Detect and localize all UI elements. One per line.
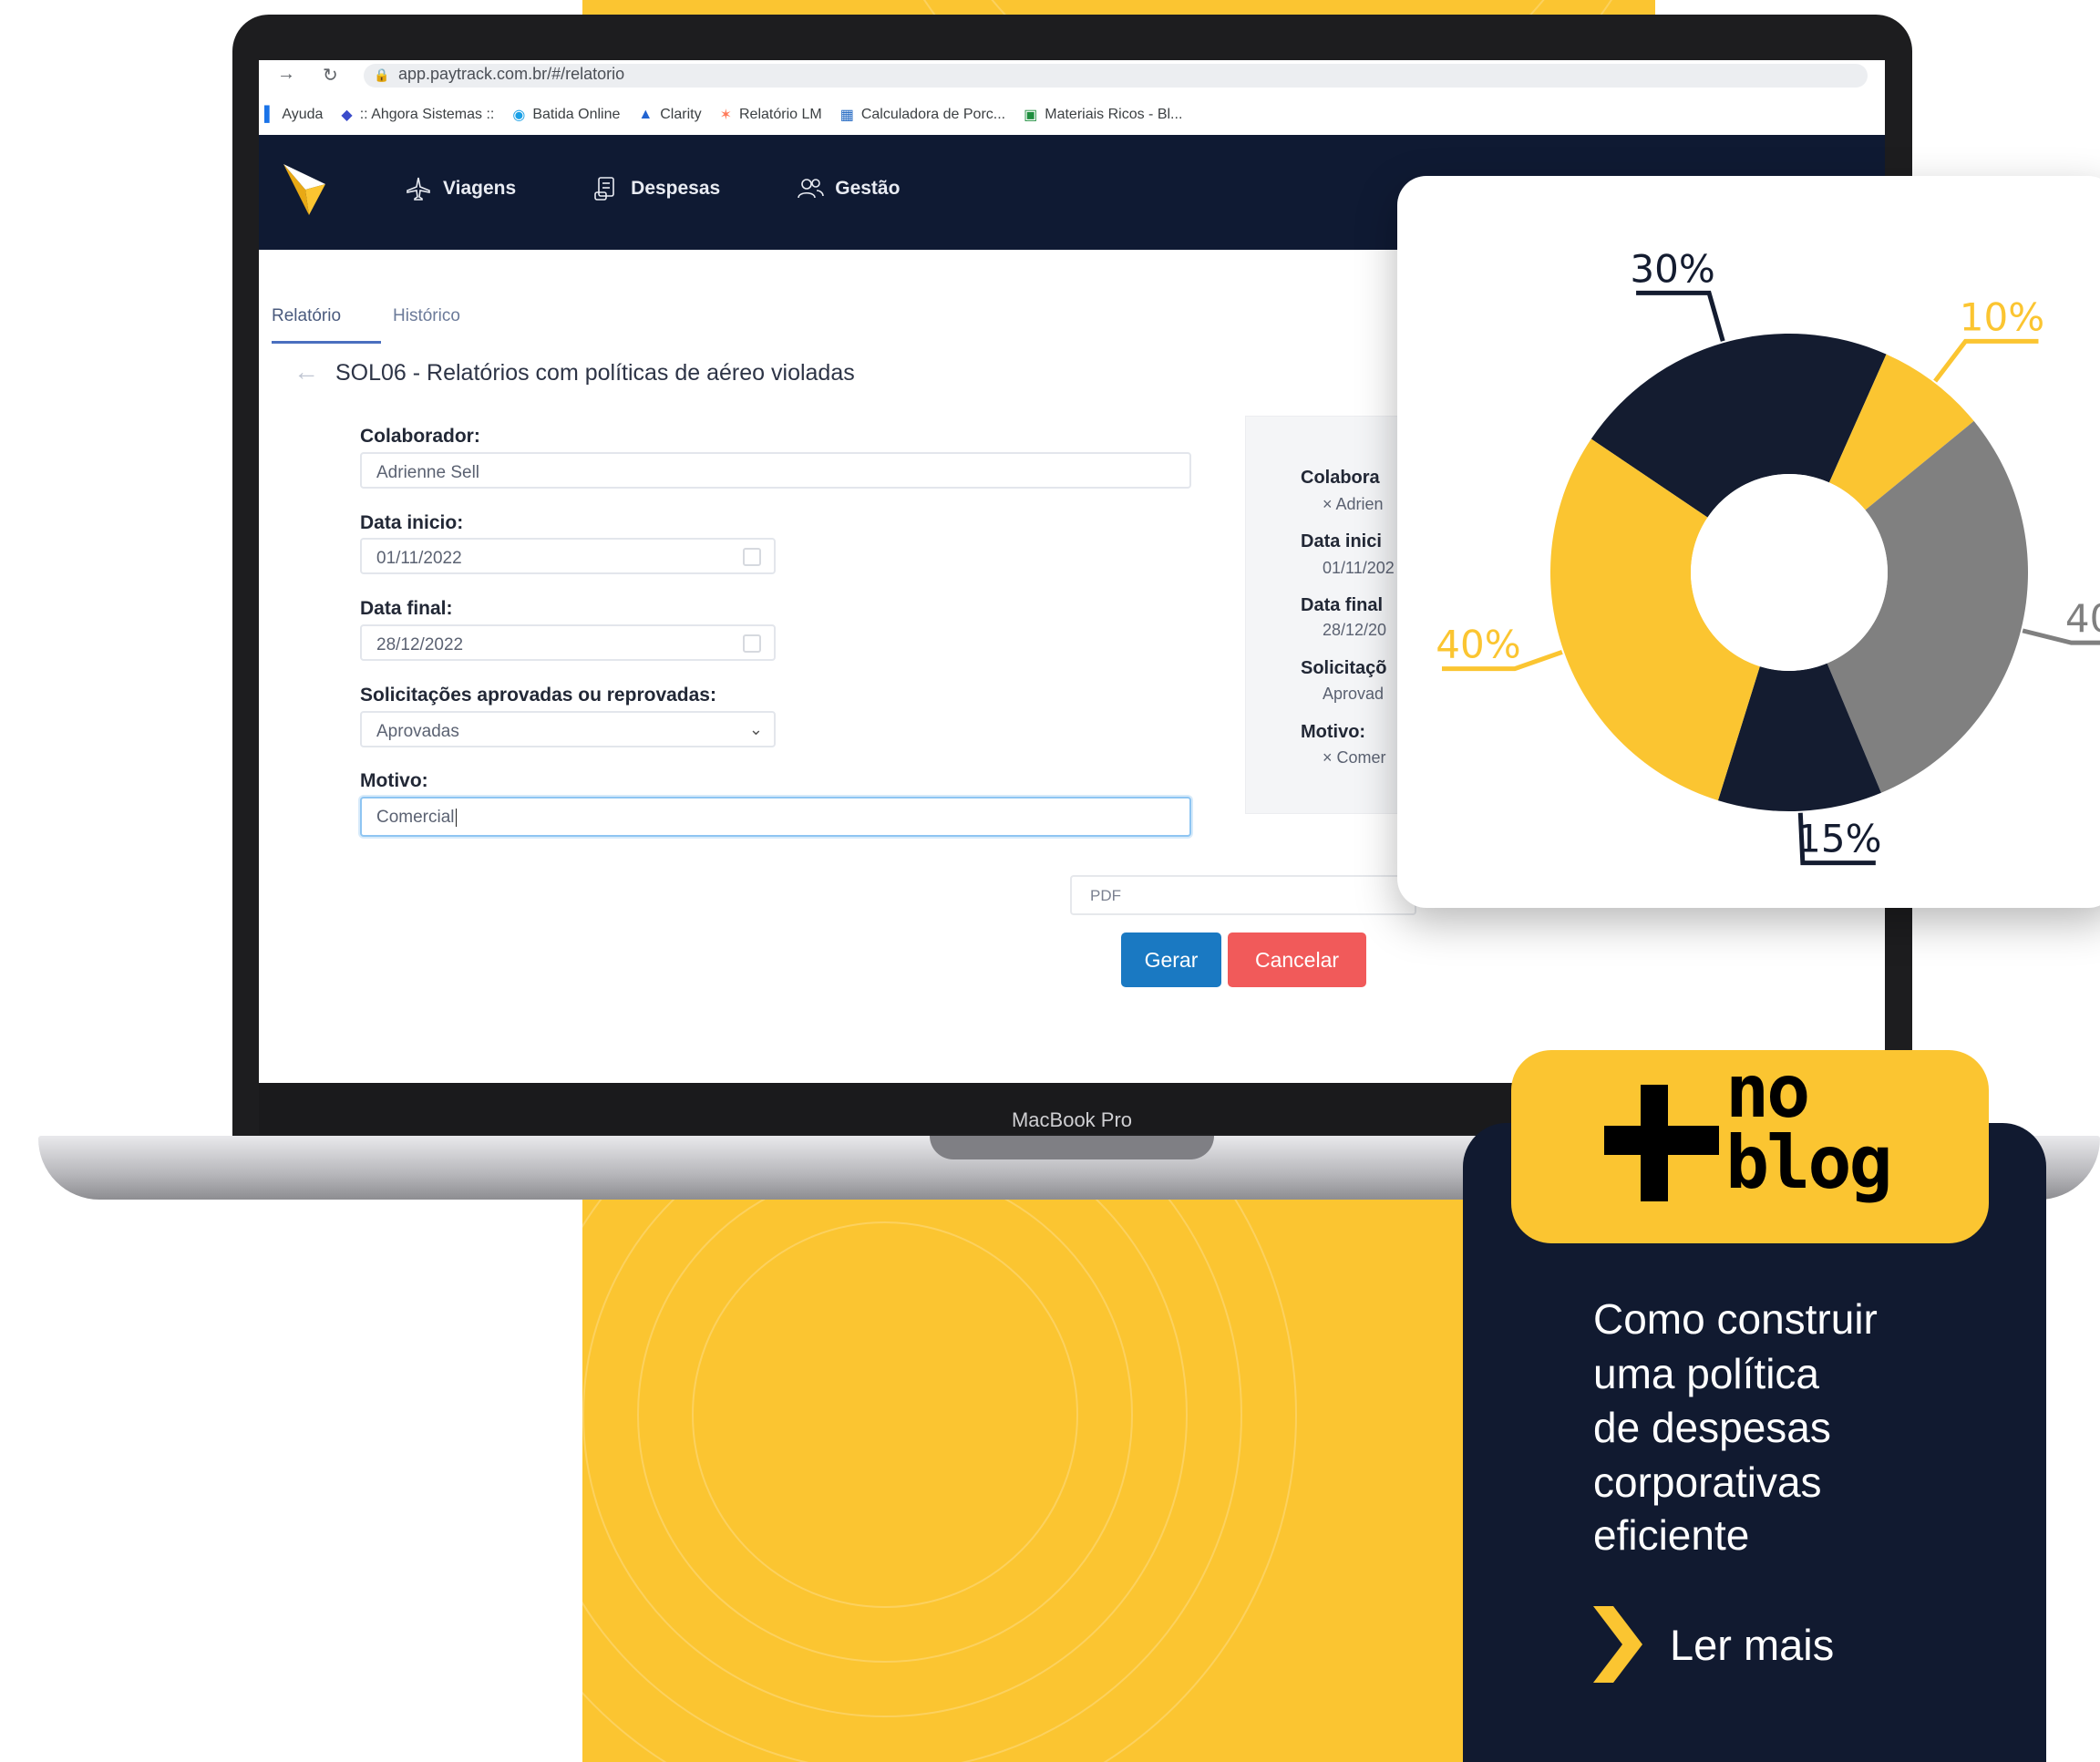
summary-colaborador-chip[interactable]: × Adrien (1323, 495, 1384, 514)
summary-colaborador-label: Colabora (1301, 468, 1380, 488)
summary-motivo-chip[interactable]: × Comer (1323, 748, 1386, 768)
laptop-notch (930, 1136, 1214, 1159)
browser-address-bar: → ↻ 🔒 app.paytrack.com.br/#/relatorio (259, 60, 1885, 91)
bookmark-item[interactable]: ◉ Batida Online (512, 106, 620, 124)
article-title-line[interactable]: Como construir (1593, 1298, 1878, 1340)
chart-card: 30% 10% 40% 15% 40% (1397, 176, 2100, 908)
slice-label: 40% (2065, 596, 2100, 641)
summary-data-inicio-value: 01/11/202 (1323, 559, 1395, 577)
bookmark-item[interactable]: ▲ Clarity (638, 107, 701, 123)
receipt-icon (594, 177, 614, 201)
motivo-label: Motivo: (360, 770, 428, 791)
donut-chart: 30% 10% 40% 15% 40% (1436, 246, 2100, 866)
tab-historico[interactable]: Histórico (393, 306, 460, 326)
bookmark-label: Ayuda (282, 107, 324, 122)
main-nav: Viagens Despesas Gestão (405, 175, 900, 202)
page-title: SOL06 - Relatórios com políticas de aére… (335, 360, 855, 386)
slice-label: 30% (1630, 246, 1714, 291)
lock-icon: 🔒 (374, 67, 390, 82)
motivo-input[interactable]: Comercial (360, 797, 1191, 837)
chevron-down-icon: ⌄ (748, 720, 763, 738)
slice-label: 10% (1960, 294, 2044, 339)
calculator-icon: ▦ (839, 108, 854, 123)
active-tab-indicator (272, 341, 381, 344)
plane-icon (407, 177, 430, 201)
slice-callout-line (1636, 290, 1725, 342)
bookmark-label: Materiais Ricos - Bl... (1045, 107, 1183, 122)
data-inicio-value: 01/11/2022 (376, 549, 462, 568)
users-icon (798, 179, 825, 199)
slice-label: 40% (1436, 623, 1520, 667)
colaborador-value: Adrienne Sell (376, 463, 480, 482)
tab-relatorio[interactable]: Relatório (272, 306, 341, 326)
badge-text-blog: blog (1725, 1120, 1893, 1205)
url-text: app.paytrack.com.br/#/relatorio (398, 65, 625, 83)
slice-label: 15% (1796, 817, 1881, 861)
data-inicio-label: Data inicio: (360, 512, 464, 533)
slice-callout-line (1933, 338, 2039, 383)
data-final-input[interactable]: 28/12/2022 (360, 624, 776, 661)
cancelar-button[interactable]: Cancelar (1228, 933, 1366, 987)
forward-icon[interactable]: → (277, 64, 295, 85)
solicitacoes-label: Solicitações aprovadas ou reprovadas: (360, 685, 716, 706)
badge-text-no: no (1725, 1049, 1810, 1134)
summary-solicitacoes-value: Aprovad (1323, 685, 1385, 703)
clarity-icon: ▲ (638, 107, 654, 122)
paytrack-logo-icon[interactable] (282, 162, 327, 217)
format-select[interactable]: PDF (1070, 875, 1416, 915)
calendar-icon[interactable] (743, 548, 761, 566)
data-final-value: 28/12/2022 (376, 635, 464, 654)
summary-motivo-label: Motivo: (1301, 722, 1366, 742)
donut-hole (1691, 474, 1888, 671)
back-arrow-icon[interactable]: ← (293, 357, 319, 386)
nav-item-label: Viagens (443, 178, 517, 199)
read-more-label: Ler mais (1670, 1620, 1835, 1669)
bookmark-item[interactable]: ◆:: Ahgora Sistemas :: (341, 106, 494, 124)
summary-data-final-value: 28/12/20 (1323, 621, 1387, 639)
article-title-line[interactable]: de despesas (1593, 1407, 1831, 1448)
summary-data-final-label: Data final (1301, 595, 1384, 615)
bookmark-label: Relatório LM (738, 107, 822, 122)
bookmark-item[interactable]: ▦ Calculadora de Porc... (840, 106, 1005, 124)
nav-item-viagens[interactable]: Viagens (405, 175, 516, 202)
chevron-right-icon (1593, 1606, 1642, 1683)
nav-item-gestao[interactable]: Gestão (797, 175, 900, 202)
bookmark-label: Clarity (660, 107, 702, 122)
bookmark-item[interactable]: ▣ Materiais Ricos - Bl... (1024, 106, 1182, 124)
batida-icon: ◉ (512, 108, 526, 123)
nav-item-despesas[interactable]: Despesas (592, 175, 720, 202)
article-title-line[interactable]: uma política (1593, 1353, 1819, 1395)
bookmark-item[interactable]: ▌ Ayuda (264, 107, 323, 123)
solicitacoes-select[interactable]: Aprovadas ⌄ (360, 711, 776, 747)
reload-icon[interactable]: ↻ (323, 64, 338, 87)
hubspot-icon: ✶ (719, 108, 732, 123)
bookmark-label: Batida Online (532, 107, 621, 122)
summary-data-inicio-label: Data inici (1301, 531, 1382, 551)
sheets-icon: ▣ (1024, 108, 1038, 123)
calendar-icon[interactable] (743, 634, 761, 653)
colaborador-label: Colaborador: (360, 426, 480, 447)
motivo-value: Comercial (376, 808, 455, 827)
colaborador-input[interactable]: Adrienne Sell (360, 452, 1191, 489)
bookmark-item[interactable]: ✶ Relatório LM (720, 106, 822, 124)
nav-item-label: Gestão (835, 178, 901, 199)
data-inicio-input[interactable]: 01/11/2022 (360, 538, 776, 574)
summary-solicitacoes-label: Solicitaçõ (1301, 658, 1387, 678)
text-caret (455, 808, 457, 827)
article-title-line[interactable]: eficiente (1593, 1514, 1749, 1556)
gerar-button[interactable]: Gerar (1121, 933, 1221, 987)
data-final-label: Data final: (360, 598, 453, 619)
nav-item-label: Despesas (631, 178, 721, 199)
bookmarks-bar: ▌ Ayuda ◆:: Ahgora Sistemas :: ◉ Batida Onli… (259, 95, 1885, 135)
solicitacoes-value: Aprovadas (376, 722, 459, 741)
plus-icon-horizontal (1604, 1126, 1719, 1155)
ahgora-icon: ◆ (341, 108, 353, 123)
bookmark-bar-icon: ▌ (264, 107, 275, 122)
read-more-link[interactable]: Ler mais (1593, 1606, 1834, 1683)
bookmark-label: Calculadora de Porc... (860, 107, 1006, 122)
article-title-line[interactable]: corporativas (1593, 1461, 1822, 1503)
bookmark-label: :: Ahgora Sistemas :: (359, 107, 495, 122)
